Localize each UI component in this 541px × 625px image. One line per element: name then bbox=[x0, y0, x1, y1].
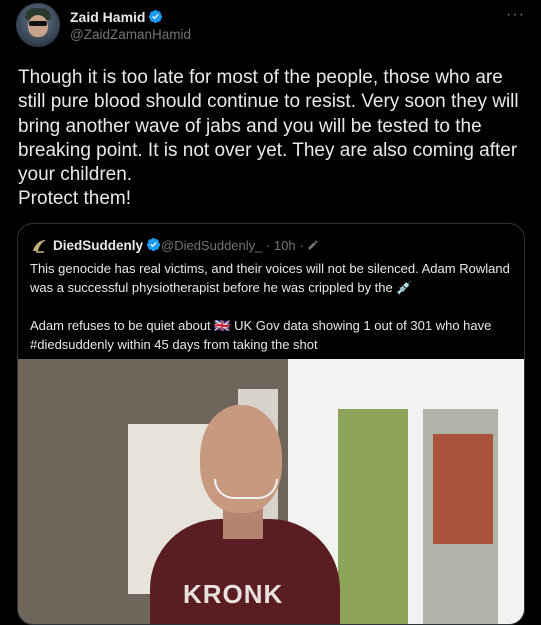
quoted-avatar[interactable] bbox=[30, 236, 50, 256]
author-avatar[interactable] bbox=[16, 3, 60, 47]
quoted-text: This genocide has real victims, and thei… bbox=[30, 261, 510, 352]
verified-badge-icon bbox=[149, 9, 163, 24]
more-options-icon[interactable]: ··· bbox=[506, 6, 525, 24]
quoted-handle-time-text: @DiedSuddenly_ · 10h · bbox=[161, 238, 304, 253]
quoted-name[interactable]: DiedSuddenly bbox=[53, 237, 161, 253]
edit-pencil-icon bbox=[308, 240, 318, 250]
quoted-avatar-logo-icon bbox=[33, 240, 46, 253]
author-name-text: Zaid Hamid bbox=[70, 9, 146, 25]
verified-badge-icon bbox=[146, 237, 161, 252]
author-handle[interactable]: @ZaidZamanHamid bbox=[70, 27, 191, 42]
tweet-text: Though it is too late for most of the pe… bbox=[18, 67, 519, 210]
quoted-name-text: DiedSuddenly bbox=[53, 238, 144, 253]
hoodie-print-text: KRONK bbox=[183, 579, 284, 609]
quoted-handle-time: @DiedSuddenly_ · 10h · bbox=[161, 238, 319, 253]
quoted-tweet[interactable]: DiedSuddenly @DiedSuddenly_ · 10h · This… bbox=[17, 223, 525, 625]
quoted-media-video[interactable]: KRONK bbox=[18, 359, 524, 624]
author-name[interactable]: Zaid Hamid bbox=[70, 9, 163, 25]
